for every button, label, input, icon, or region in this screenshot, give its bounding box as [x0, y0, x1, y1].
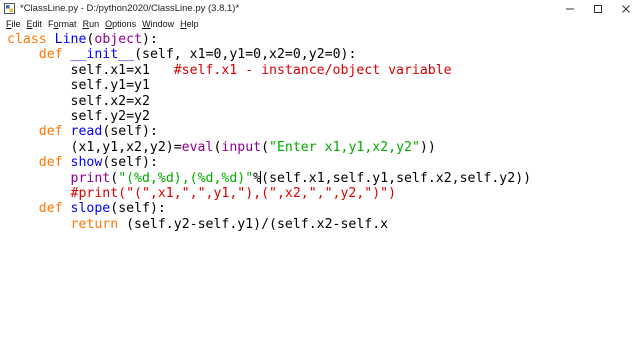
menu-edit[interactable]: Edit [27, 19, 43, 29]
code-editor[interactable]: class Line(object): def __init__(self, x… [0, 32, 640, 360]
code-token: print [70, 170, 111, 186]
code-line[interactable]: self.x1=x1 #self.x1 - instance/object va… [7, 63, 531, 78]
code-token: (self): [102, 155, 158, 171]
code-token: read [70, 124, 103, 140]
code-token: (x1,y1,x2,y2)= [7, 139, 182, 155]
code-token: input [221, 139, 262, 155]
code-token: (self, x1=0,y1=0,x2=0,y2=0): [134, 47, 357, 63]
code-text[interactable]: class Line(object): def __init__(self, x… [7, 32, 531, 232]
code-token: "Enter x1,y1,x2,y2" [269, 139, 420, 155]
code-token: (self.y2-self.y1)/(self.x2-self.x [118, 216, 389, 232]
window-controls [556, 0, 640, 18]
code-token: "(%d,%d),(%d,%d)" [118, 170, 254, 186]
code-token: Line [54, 32, 87, 47]
code-line[interactable]: self.y2=y2 [7, 109, 531, 124]
code-line[interactable]: def slope(self): [7, 201, 531, 216]
menu-options[interactable]: Options [105, 19, 136, 29]
minimize-icon [566, 8, 574, 10]
code-line[interactable]: def read(self): [7, 124, 531, 139]
code-token: self.x1=x1 [7, 62, 174, 78]
code-line[interactable]: print("(%d,%d),(%d,%d)"%(self.x1,self.y1… [7, 170, 532, 186]
code-token: object [94, 32, 143, 47]
code-token: ( [110, 170, 119, 186]
code-token: self.x2=x2 [7, 93, 150, 109]
code-line[interactable]: (x1,y1,x2,y2)=eval(input("Enter x1,y1,x2… [7, 140, 531, 155]
maximize-button[interactable] [584, 0, 612, 18]
code-token: eval [181, 139, 214, 155]
code-token: )) [419, 139, 436, 155]
code-token: ( [261, 139, 270, 155]
menu-help[interactable]: Help [180, 19, 199, 29]
code-token: def [38, 201, 63, 217]
code-token: def [38, 155, 63, 171]
code-line[interactable]: return (self.y2-self.y1)/(self.x2-self.x [7, 217, 531, 232]
code-line[interactable]: self.y1=y1 [7, 78, 531, 93]
code-token: (self.x1,self.y1,self.x2,self.y2)) [261, 170, 532, 186]
code-token: self.y1=y1 [7, 78, 150, 94]
window-title: *ClassLine.py - D:/python2020/ClassLine.… [20, 3, 240, 14]
code-token: def [38, 47, 63, 63]
code-token: show [70, 155, 103, 171]
code-token: def [38, 124, 63, 140]
code-token: __init__ [70, 47, 135, 63]
code-token: self.y2=y2 [7, 108, 150, 124]
code-token: class [7, 32, 47, 47]
close-icon [622, 5, 630, 13]
code-token: #self.x1 - instance/object variable [173, 62, 452, 78]
minimize-button[interactable] [556, 0, 584, 18]
code-token: ): [142, 32, 158, 47]
maximize-icon [594, 5, 602, 13]
menu-run[interactable]: Run [83, 19, 100, 29]
menu-file[interactable]: File [6, 19, 21, 29]
menu-window[interactable]: Window [142, 19, 174, 29]
code-token: (self): [110, 201, 166, 217]
code-token: (self): [102, 124, 158, 140]
code-token: return [70, 216, 119, 232]
code-line[interactable]: def __init__(self, x1=0,y1=0,x2=0,y2=0): [7, 47, 531, 62]
menu-format[interactable]: Format [48, 19, 77, 29]
close-button[interactable] [612, 0, 640, 18]
code-line[interactable]: #print("(",x1,",",y1,"),(",x2,",",y2,")"… [7, 186, 531, 201]
code-token: #print("(",x1,",",y1,"),(",x2,",",y2,")"… [70, 185, 397, 201]
code-line[interactable]: def show(self): [7, 155, 531, 170]
code-line[interactable]: self.x2=x2 [7, 94, 531, 109]
idle-editor-window: *ClassLine.py - D:/python2020/ClassLine.… [0, 0, 640, 360]
python-app-icon [4, 3, 15, 14]
code-token: slope [70, 201, 111, 217]
code-line[interactable]: class Line(object): [7, 32, 531, 47]
title-bar[interactable]: *ClassLine.py - D:/python2020/ClassLine.… [0, 0, 640, 18]
menu-bar: File Edit Format Run Options Window Help [0, 17, 640, 31]
